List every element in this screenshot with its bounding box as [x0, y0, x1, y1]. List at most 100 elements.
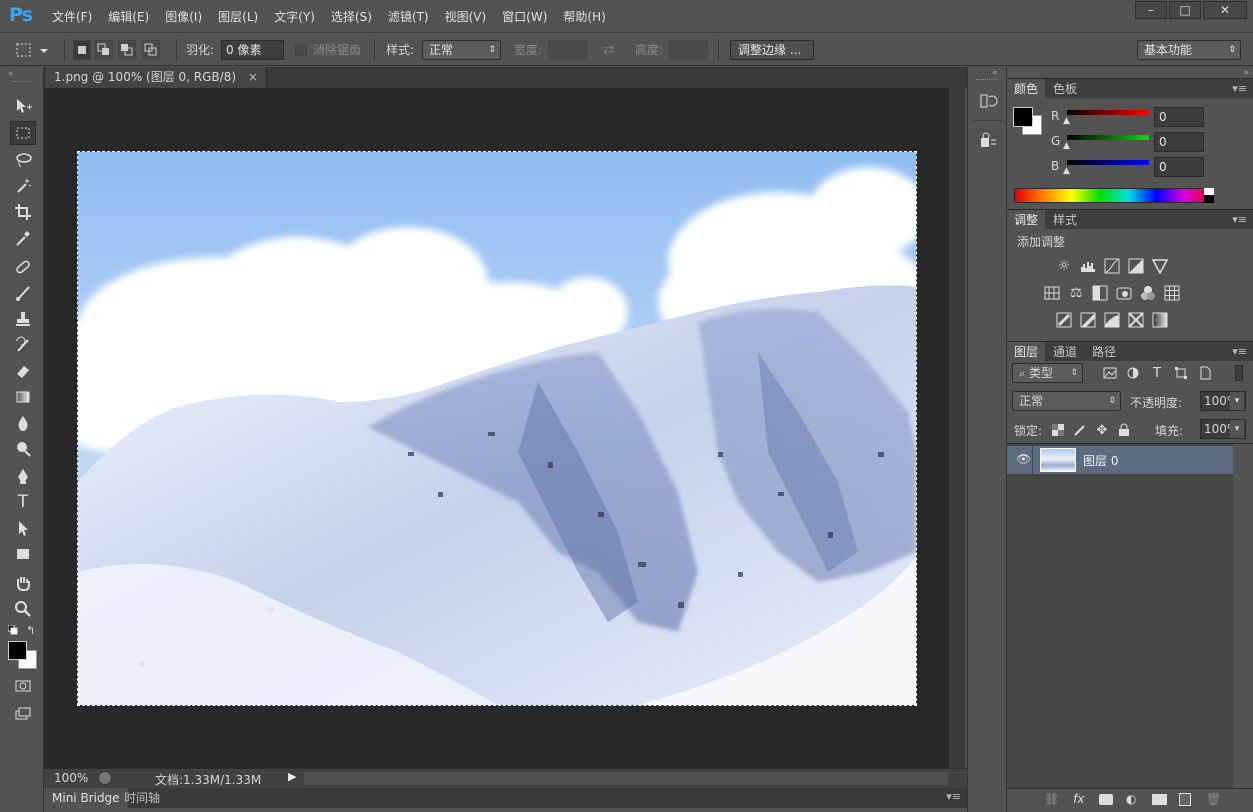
filter-toggle[interactable] — [1235, 365, 1243, 381]
blue-slider[interactable] — [1067, 160, 1149, 165]
green-slider[interactable] — [1067, 135, 1149, 140]
opacity-input[interactable]: 100% ▾ — [1200, 391, 1246, 411]
workspace-select[interactable]: 基本功能 ⇕ — [1137, 40, 1241, 60]
move-tool-icon[interactable] — [10, 94, 36, 118]
fx-icon[interactable]: fx — [1073, 792, 1084, 806]
color-spectrum-ramp[interactable] — [1014, 188, 1214, 203]
menu-type[interactable]: 文字(Y) — [266, 8, 323, 25]
add-mask-icon[interactable] — [1099, 794, 1113, 805]
chevron-down-icon[interactable]: ▾ — [1230, 392, 1244, 410]
filter-type-layer-icon[interactable]: T — [1148, 364, 1166, 382]
style-select[interactable]: 正常 ⇕ — [422, 40, 501, 60]
document-image[interactable] — [77, 151, 917, 706]
layer-filter-select[interactable]: ⌕ 类型 ⇕ — [1012, 363, 1083, 383]
rectangle-shape-icon[interactable] — [10, 542, 36, 566]
tab-swatches[interactable]: 色板 — [1046, 79, 1084, 99]
lock-all-icon[interactable] — [1115, 421, 1133, 439]
black-white-icon[interactable] — [1091, 284, 1109, 302]
antialias-checkbox[interactable] — [295, 44, 307, 56]
menu-view[interactable]: 视图(V) — [437, 8, 495, 25]
menu-layer[interactable]: 图层(L) — [210, 8, 266, 25]
healing-brush-icon[interactable] — [10, 255, 36, 279]
menu-help[interactable]: 帮助(H) — [555, 8, 613, 25]
brush-icon[interactable] — [10, 281, 36, 305]
posterize-icon[interactable] — [1079, 311, 1097, 329]
stamp-icon[interactable] — [10, 307, 36, 331]
swap-icon[interactable]: ⇄ — [603, 40, 615, 60]
swap-colors-icon[interactable]: ↰ — [26, 624, 35, 637]
vertical-scrollbar[interactable] — [949, 88, 965, 768]
history-panel-icon[interactable] — [978, 91, 998, 111]
color-balance-icon[interactable]: ⚖ — [1067, 284, 1085, 302]
screen-mode-icon[interactable] — [10, 702, 36, 726]
menu-edit[interactable]: 编辑(E) — [100, 8, 157, 25]
default-colors-icon[interactable] — [7, 624, 18, 635]
type-tool-icon[interactable]: T — [10, 490, 36, 514]
lock-transparent-pixels-icon[interactable] — [1049, 421, 1067, 439]
magic-wand-icon[interactable] — [10, 174, 36, 198]
vibrance-icon[interactable] — [1151, 257, 1169, 275]
new-group-icon[interactable] — [1152, 794, 1167, 805]
layer-thumbnail[interactable] — [1040, 448, 1076, 472]
threshold-icon[interactable] — [1103, 311, 1121, 329]
lasso-icon[interactable] — [10, 148, 36, 172]
expand-toolbox-icon[interactable]: » — [8, 69, 14, 79]
panel-menu-icon[interactable]: ▾≡ — [1232, 82, 1247, 95]
layer-list-scrollbar[interactable] — [1233, 444, 1253, 789]
menu-file[interactable]: 文件(F) — [44, 8, 100, 25]
eyedropper-icon[interactable] — [10, 226, 36, 250]
foreground-color-swatch[interactable] — [8, 641, 27, 660]
new-selection-button[interactable] — [73, 40, 91, 60]
invert-icon[interactable] — [1055, 311, 1073, 329]
crop-icon[interactable] — [10, 200, 36, 224]
curves-icon[interactable] — [1103, 257, 1121, 275]
refine-edge-button[interactable]: 调整边缘 ... — [730, 40, 814, 60]
menu-image[interactable]: 图像(I) — [157, 8, 210, 25]
feather-input[interactable]: 0 像素 — [221, 40, 284, 60]
menu-select[interactable]: 选择(S) — [323, 8, 380, 25]
gradient-map-icon[interactable] — [1151, 311, 1169, 329]
quick-mask-icon[interactable] — [10, 674, 36, 698]
brightness-icon[interactable]: ☼ — [1055, 257, 1073, 275]
history-brush-icon[interactable] — [10, 333, 36, 357]
color-lookup-icon[interactable] — [1163, 284, 1181, 302]
tab-layers[interactable]: 图层 — [1007, 342, 1046, 362]
intersect-selection-button[interactable] — [142, 40, 160, 60]
properties-panel-icon[interactable] — [978, 131, 998, 151]
filter-pixel-layer-icon[interactable] — [1101, 364, 1119, 382]
lock-image-pixels-icon[interactable] — [1071, 421, 1089, 439]
collapse-panels-icon[interactable]: » — [1243, 68, 1249, 78]
width-input[interactable] — [548, 40, 587, 60]
black-swatch[interactable] — [1204, 195, 1214, 203]
status-info-icon[interactable] — [98, 771, 112, 785]
fill-input[interactable]: 100% ▾ — [1200, 419, 1246, 439]
new-layer-icon[interactable] — [1179, 793, 1191, 806]
hand-tool-icon[interactable] — [10, 571, 36, 595]
filter-shape-layer-icon[interactable] — [1172, 364, 1190, 382]
slider-thumb-icon[interactable]: ▲ — [1063, 116, 1070, 126]
green-value[interactable]: 0 — [1154, 132, 1204, 152]
layer-row[interactable]: 👁 图层 0 — [1007, 446, 1233, 474]
new-adjustment-layer-icon[interactable]: ◐ — [1126, 792, 1136, 806]
blend-mode-select[interactable]: 正常 ⇕ — [1012, 391, 1121, 411]
tab-close-icon[interactable]: × — [248, 70, 258, 84]
eraser-icon[interactable] — [10, 359, 36, 383]
panel-menu-icon[interactable]: ▾≡ — [1232, 345, 1247, 358]
tab-styles[interactable]: 样式 — [1046, 210, 1084, 230]
zoom-tool-icon[interactable] — [10, 597, 36, 621]
subtract-selection-button[interactable] — [118, 40, 136, 60]
zoom-level[interactable]: 100% — [54, 771, 88, 785]
add-selection-button[interactable] — [95, 40, 113, 60]
blue-value[interactable]: 0 — [1154, 157, 1204, 177]
tab-timeline[interactable]: 时间轴 — [116, 788, 168, 808]
filter-smart-object-icon[interactable] — [1196, 364, 1214, 382]
hue-saturation-icon[interactable] — [1043, 284, 1061, 302]
red-slider[interactable] — [1067, 110, 1149, 115]
panel-menu-icon[interactable]: ▾≡ — [946, 790, 961, 803]
tab-paths[interactable]: 路径 — [1085, 342, 1123, 362]
restore-button[interactable]: □ — [1169, 1, 1201, 19]
document-tab[interactable]: 1.png @ 100% (图层 0, RGB/8) × — [46, 67, 267, 88]
menu-filter[interactable]: 滤镜(T) — [380, 8, 437, 25]
exposure-icon[interactable] — [1127, 257, 1145, 275]
height-input[interactable] — [669, 40, 708, 60]
